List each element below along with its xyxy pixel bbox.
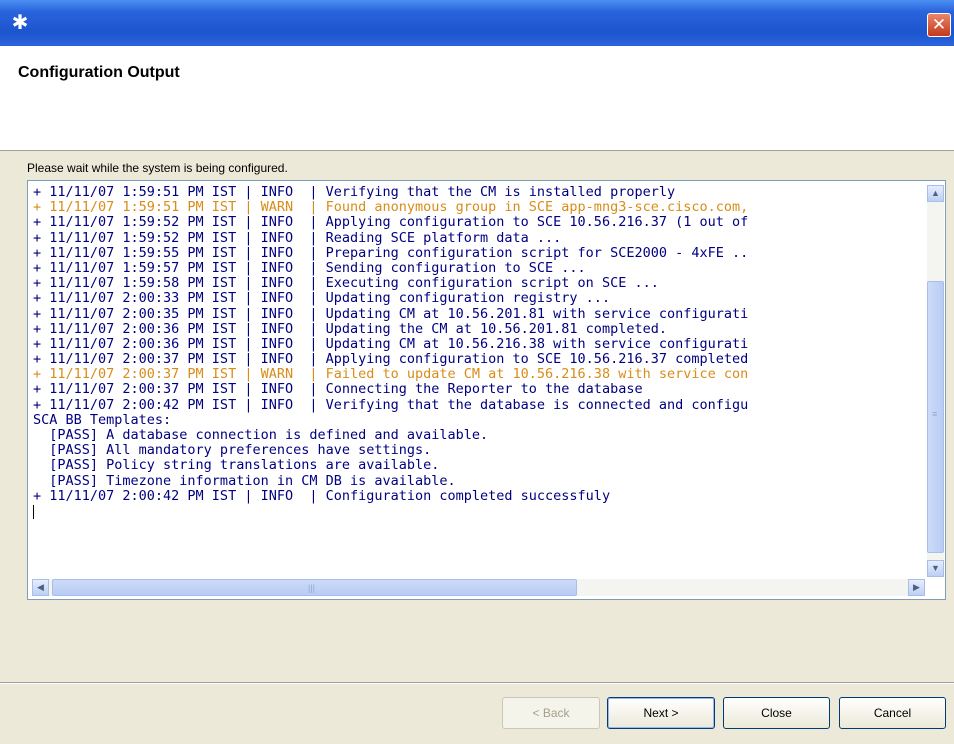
cancel-button[interactable]: Cancel xyxy=(839,697,946,729)
log-line: SCA BB Templates: xyxy=(33,411,172,428)
back-button[interactable]: < Back xyxy=(502,697,600,729)
log-line: + 11/11/07 2:00:42 PM IST | INFO | Confi… xyxy=(33,487,611,504)
eclipse-wizard-icon: ✱ xyxy=(11,10,29,34)
log-line: + 11/11/07 2:00:36 PM IST | INFO | Updat… xyxy=(33,320,667,337)
close-button[interactable]: Close xyxy=(723,697,830,729)
status-message: Please wait while the system is being co… xyxy=(27,161,288,175)
vertical-scrollbar[interactable]: ▲ ≡ ▼ xyxy=(927,185,944,577)
window-close-button[interactable]: ✕ xyxy=(927,13,951,37)
log-line: [PASS] A database connection is defined … xyxy=(33,427,489,443)
wizard-header: Configuration Output xyxy=(0,46,954,151)
log-line: + 11/11/07 2:00:33 PM IST | INFO | Updat… xyxy=(33,290,611,307)
log-line: [PASS] All mandatory preferences have se… xyxy=(33,442,432,459)
horizontal-scroll-thumb[interactable]: ||| xyxy=(52,579,577,596)
log-line: + 11/11/07 1:59:58 PM IST | INFO | Execu… xyxy=(33,275,659,292)
next-button[interactable]: Next > xyxy=(607,697,715,729)
log-line: + 11/11/07 2:00:35 PM IST | INFO | Updat… xyxy=(33,305,749,322)
log-line: + 11/11/07 1:59:52 PM IST | INFO | Apply… xyxy=(33,214,749,231)
scroll-left-button[interactable]: ◀ xyxy=(32,579,49,596)
log-line: + 11/11/07 2:00:42 PM IST | INFO | Verif… xyxy=(33,396,749,413)
scroll-grip-icon: ≡ xyxy=(932,409,938,419)
scroll-down-button[interactable]: ▼ xyxy=(927,560,944,577)
log-line: + 11/11/07 1:59:51 PM IST | WARN | Found… xyxy=(33,199,749,216)
log-line: + 11/11/07 1:59:52 PM IST | INFO | Readi… xyxy=(33,229,562,246)
scroll-grip-icon: ||| xyxy=(308,583,316,593)
text-cursor-line xyxy=(33,504,923,519)
log-line: + 11/11/07 2:00:36 PM IST | INFO | Updat… xyxy=(33,335,749,352)
log-output-text[interactable]: + 11/11/07 1:59:51 PM IST | INFO | Verif… xyxy=(33,185,923,577)
title-bar[interactable]: ✱ ✕ xyxy=(0,0,954,46)
log-line: + 11/11/07 1:59:55 PM IST | INFO | Prepa… xyxy=(33,244,749,261)
log-line: + 11/11/07 2:00:37 PM IST | WARN | Faile… xyxy=(33,366,749,383)
log-line: + 11/11/07 2:00:37 PM IST | INFO | Conne… xyxy=(33,381,643,398)
footer-separator xyxy=(0,682,954,684)
horizontal-scrollbar[interactable]: ◀ ||| ▶ xyxy=(32,579,925,596)
log-line: + 11/11/07 2:00:37 PM IST | INFO | Apply… xyxy=(33,351,749,368)
vertical-scroll-thumb[interactable]: ≡ xyxy=(927,281,944,553)
log-line: + 11/11/07 1:59:57 PM IST | INFO | Sendi… xyxy=(33,259,586,276)
log-line: [PASS] Timezone information in CM DB is … xyxy=(33,472,456,489)
log-output-panel[interactable]: + 11/11/07 1:59:51 PM IST | INFO | Verif… xyxy=(27,180,946,600)
text-caret-icon xyxy=(33,504,34,519)
log-line: [PASS] Policy string translations are av… xyxy=(33,457,440,474)
log-line: + 11/11/07 1:59:51 PM IST | INFO | Verif… xyxy=(33,185,676,200)
scroll-up-button[interactable]: ▲ xyxy=(927,185,944,202)
scroll-right-button[interactable]: ▶ xyxy=(908,579,925,596)
page-title: Configuration Output xyxy=(18,64,180,81)
